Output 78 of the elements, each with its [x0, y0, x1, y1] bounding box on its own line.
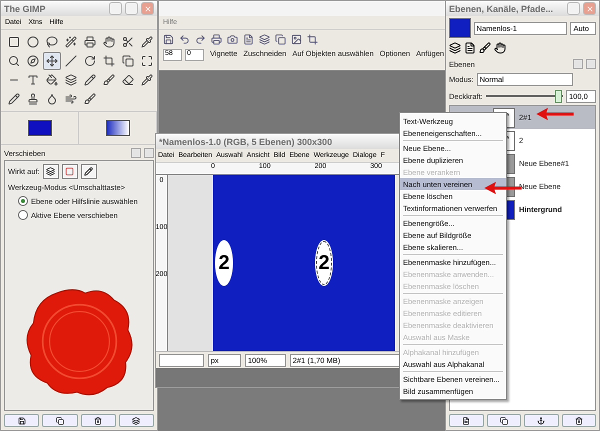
- wind-icon: [65, 93, 77, 105]
- crop-icon: [103, 55, 115, 67]
- eraser-icon: [122, 74, 134, 86]
- hand-icon[interactable]: [494, 42, 506, 54]
- layer-action-button[interactable]: [449, 414, 484, 427]
- layer-action-button[interactable]: [524, 414, 558, 427]
- copy-icon: [500, 416, 508, 424]
- panel-button[interactable]: [118, 414, 154, 427]
- scissors-icon: [122, 36, 134, 48]
- panel-button[interactable]: [80, 414, 116, 427]
- save-icon: [18, 416, 26, 424]
- window-title: *Namenlos-1.0 (RGB, 5 Ebenen) 300x300: [159, 136, 334, 146]
- pencil-icon: [84, 74, 96, 86]
- toolbar-icon[interactable]: [211, 34, 222, 44]
- pencil-icon: [8, 93, 20, 105]
- layer-action-button[interactable]: [486, 414, 521, 427]
- bucket-icon: [46, 74, 58, 86]
- copy-icon: [56, 416, 64, 424]
- brush-icon: [84, 93, 96, 105]
- toolbar-icon[interactable]: [243, 34, 254, 44]
- toolbar-icon[interactable]: [291, 34, 302, 44]
- trash-icon: [94, 416, 102, 424]
- layers-icon[interactable]: [449, 42, 461, 54]
- rectangle-icon: [8, 36, 20, 48]
- pencil-icon: [84, 167, 94, 176]
- square-icon: [65, 167, 74, 176]
- hand-icon: [103, 36, 115, 48]
- text-icon: [27, 74, 39, 86]
- lasso-icon: [46, 36, 58, 48]
- radio-button[interactable]: [18, 210, 28, 220]
- window-title: Ebenen, Kanäle, Pfade...: [449, 4, 554, 14]
- droplet-icon: [46, 93, 58, 105]
- layers-icon: [46, 167, 56, 176]
- stamp-icon: [27, 93, 39, 105]
- image-thumbnail: [449, 18, 471, 38]
- empty-field[interactable]: [159, 354, 204, 366]
- radio-button[interactable]: [18, 196, 28, 206]
- brush-icon[interactable]: [479, 42, 491, 54]
- path-mode-button[interactable]: [80, 164, 97, 179]
- layers-icon: [132, 416, 140, 424]
- toolbar-icon[interactable]: [179, 34, 190, 44]
- printer-icon: [84, 36, 96, 48]
- compass-icon: [27, 55, 39, 67]
- toolbar-icon[interactable]: [227, 34, 238, 44]
- expand-icon: [141, 55, 153, 67]
- foreground-color-swatch[interactable]: [28, 120, 52, 136]
- document-icon: [462, 416, 470, 424]
- line-icon: [65, 55, 77, 67]
- close-icon: [586, 4, 594, 12]
- circle-icon: [27, 36, 39, 48]
- move-icon: [46, 55, 58, 67]
- tool-button[interactable]: [43, 52, 61, 70]
- pipette-icon: [141, 36, 153, 48]
- layer-action-button[interactable]: [562, 414, 596, 427]
- toolbar-icon[interactable]: [163, 34, 174, 44]
- wand-icon: [65, 36, 77, 48]
- copy-icon: [122, 55, 134, 67]
- close-icon: [144, 4, 152, 12]
- gradient-swatch[interactable]: [106, 120, 130, 136]
- toolbar-icon[interactable]: [259, 34, 270, 44]
- toolbar-icon[interactable]: [195, 34, 206, 44]
- document-icon[interactable]: [464, 42, 476, 54]
- pipette-icon: [141, 74, 153, 86]
- number-oval: 2: [215, 240, 233, 286]
- layer-mode-button[interactable]: [42, 164, 59, 179]
- toolbar-icon[interactable]: [307, 34, 318, 44]
- number-oval: 2: [315, 240, 333, 286]
- panel-button[interactable]: [4, 414, 40, 427]
- panel-button[interactable]: [42, 414, 78, 427]
- trash-icon: [574, 416, 583, 424]
- layers-icon: [65, 74, 77, 86]
- search-icon: [8, 55, 20, 67]
- toolbar-icon[interactable]: [275, 34, 286, 44]
- rotate-icon: [84, 55, 96, 67]
- selection-mode-button[interactable]: [62, 164, 78, 179]
- window-title: The GIMP: [4, 4, 47, 14]
- brush-icon: [103, 74, 115, 86]
- anchor-icon: [537, 416, 546, 424]
